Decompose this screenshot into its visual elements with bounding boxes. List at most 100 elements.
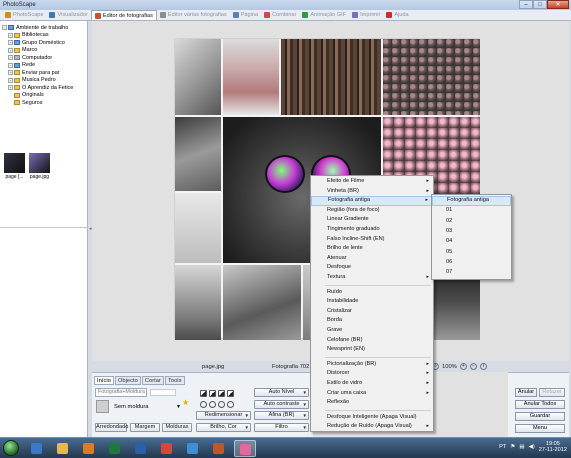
chevron-down-icon[interactable]: ▼ xyxy=(303,424,307,431)
menu-item[interactable]: Celofane (BR) xyxy=(311,336,433,346)
menu-item[interactable]: Efeito de Filme ▸ xyxy=(311,177,433,187)
submenu-item[interactable]: 04 xyxy=(432,237,511,247)
zoom-in-icon[interactable]: + xyxy=(459,363,467,370)
clock[interactable]: 19:05 27-11-2012 xyxy=(539,441,567,453)
word-icon[interactable] xyxy=(130,440,152,457)
chevron-down-icon[interactable]: ▼ xyxy=(303,389,307,396)
menu-item[interactable]: Ruído xyxy=(311,288,433,298)
tree-item[interactable]: + Bibliotecas xyxy=(2,32,86,40)
menu-item[interactable]: Newsprint (EN) xyxy=(311,345,433,355)
tab-0[interactable]: PhotoScape xyxy=(2,10,46,20)
start-button[interactable] xyxy=(3,440,19,456)
redo-button[interactable]: Refazer xyxy=(539,388,565,397)
powerpoint-icon[interactable] xyxy=(208,440,230,457)
tree-item[interactable]: Seguros xyxy=(2,99,86,107)
tab-6[interactable]: Animação GIF xyxy=(299,10,349,20)
mirror-icon[interactable] xyxy=(227,401,234,408)
menu-item[interactable]: Estilo de vidro ▸ xyxy=(311,379,433,389)
chevron-down-icon[interactable]: ▼ xyxy=(303,401,307,408)
photoscape-taskbar-icon[interactable] xyxy=(234,440,256,457)
menu-item[interactable]: Cristalizar xyxy=(311,307,433,317)
windows-media-center-icon[interactable] xyxy=(182,440,204,457)
submenu-item[interactable]: 05 xyxy=(432,248,511,258)
explorer-icon[interactable] xyxy=(52,440,74,457)
edit-tab[interactable]: Cortar xyxy=(141,376,164,385)
info-icon[interactable]: i xyxy=(479,363,487,370)
edit-tab[interactable]: Objecto xyxy=(114,376,141,385)
expand-icon[interactable]: + xyxy=(8,40,13,46)
menu-item[interactable]: Grave xyxy=(311,326,433,336)
thumbnail[interactable]: page [... xyxy=(4,153,25,180)
submenu-item[interactable]: 02 xyxy=(432,217,511,227)
submenu-item[interactable]: 03 xyxy=(432,227,511,237)
tab-3[interactable]: Editor várias fotografias xyxy=(157,10,230,20)
tab-8[interactable]: Ajuda xyxy=(383,10,411,20)
tree-item[interactable]: + Enviar para par xyxy=(2,69,86,77)
close-button[interactable]: ✕ xyxy=(547,0,569,9)
expand-icon[interactable]: − xyxy=(2,25,7,31)
thumbnail[interactable]: page.jpg xyxy=(29,153,50,180)
brightness-color-button[interactable]: Brilho, Cor ▼ xyxy=(196,423,251,432)
excel-icon[interactable] xyxy=(104,440,126,457)
submenu-item[interactable]: 01 xyxy=(432,206,511,216)
edit-tab[interactable]: Tools xyxy=(164,376,185,385)
tree-item[interactable]: + Marco xyxy=(2,47,86,55)
expand-icon[interactable]: + xyxy=(8,47,13,53)
tone-icon-1[interactable] xyxy=(200,390,207,397)
menu-item[interactable]: Atenuar xyxy=(311,254,433,264)
menu-item[interactable]: Desfoque xyxy=(311,263,433,273)
frame-preview[interactable] xyxy=(96,400,109,413)
maximize-button[interactable]: □ xyxy=(533,0,547,9)
menu-item[interactable]: Vinheta (BR) ▸ xyxy=(311,187,433,197)
tone-icon-2[interactable] xyxy=(209,390,216,397)
frame-opacity-slider[interactable] xyxy=(150,389,176,396)
menu-item[interactable]: Fotografia antiga ▸ xyxy=(311,196,433,206)
tone-icon-3[interactable] xyxy=(218,390,225,397)
undo-all-button[interactable]: Anular Todos xyxy=(515,400,565,409)
rotate-right-icon[interactable] xyxy=(209,401,216,408)
submenu-item[interactable]: Fotografia antiga xyxy=(432,196,511,206)
margin-button[interactable]: Margem xyxy=(130,423,160,432)
tree-item[interactable]: + Computador xyxy=(2,54,86,62)
frames-button[interactable]: Molduras xyxy=(162,423,192,432)
auto-contrast-button[interactable]: Auto contraste ▼ xyxy=(254,400,309,409)
expand-icon[interactable]: + xyxy=(8,32,13,38)
expand-icon[interactable]: + xyxy=(8,85,13,91)
tree-item[interactable]: + O Aprendiz da Fetice xyxy=(2,84,86,92)
menu-item[interactable]: Reflexão xyxy=(311,398,433,408)
edit-tab[interactable]: Início xyxy=(94,376,114,385)
tone-icon-4[interactable] xyxy=(227,390,234,397)
tab-5[interactable]: Combinar xyxy=(261,10,299,20)
language-indicator[interactable]: PT xyxy=(499,444,506,450)
menu-item[interactable]: Desfoque Inteligente (Apaga Visual) xyxy=(311,413,433,423)
resize-button[interactable]: Redimensionar ▼ xyxy=(196,411,251,420)
frame-dropdown-icon[interactable]: ▼ xyxy=(176,404,181,410)
expand-icon[interactable]: + xyxy=(8,77,13,83)
menu-item[interactable]: Linear Gradiente xyxy=(311,215,433,225)
menu-button[interactable]: Menu xyxy=(515,424,565,433)
tree-item[interactable]: + Grupo Doméstico xyxy=(2,39,86,47)
tree-item[interactable]: + Musica Pedro xyxy=(2,77,86,85)
menu-item[interactable]: Tingimento graduado xyxy=(311,225,433,235)
chrome-icon[interactable] xyxy=(156,440,178,457)
ie-icon[interactable] xyxy=(26,440,48,457)
network-icon[interactable]: ▤ xyxy=(519,444,524,450)
chevron-down-icon[interactable]: ▼ xyxy=(245,424,249,431)
expand-icon[interactable]: + xyxy=(8,70,13,76)
undo-button[interactable]: Anular xyxy=(515,388,537,397)
menu-item[interactable]: Pictorialização (BR) ▸ xyxy=(311,360,433,370)
frame-mode-select[interactable]: Fotografia+Moldura xyxy=(95,388,147,397)
chevron-down-icon[interactable]: ▼ xyxy=(303,412,307,419)
menu-item[interactable]: Região (fora de foco) xyxy=(311,206,433,216)
menu-item[interactable]: Distorcer ▸ xyxy=(311,369,433,379)
menu-item[interactable]: Instabilidade xyxy=(311,297,433,307)
tab-1[interactable]: Visualizador xyxy=(46,10,90,20)
minimize-button[interactable]: – xyxy=(519,0,533,9)
menu-item[interactable]: Criar uma caixa ▸ xyxy=(311,389,433,399)
expand-icon[interactable]: + xyxy=(8,55,13,61)
menu-item[interactable]: Redução de Ruído (Apaga Visual) ▸ xyxy=(311,422,433,432)
submenu-item[interactable]: 07 xyxy=(432,268,511,278)
menu-item[interactable]: Borda xyxy=(311,316,433,326)
menu-item[interactable]: Brilho de lente xyxy=(311,244,433,254)
tab-2[interactable]: Editor de fotografias xyxy=(90,10,157,20)
